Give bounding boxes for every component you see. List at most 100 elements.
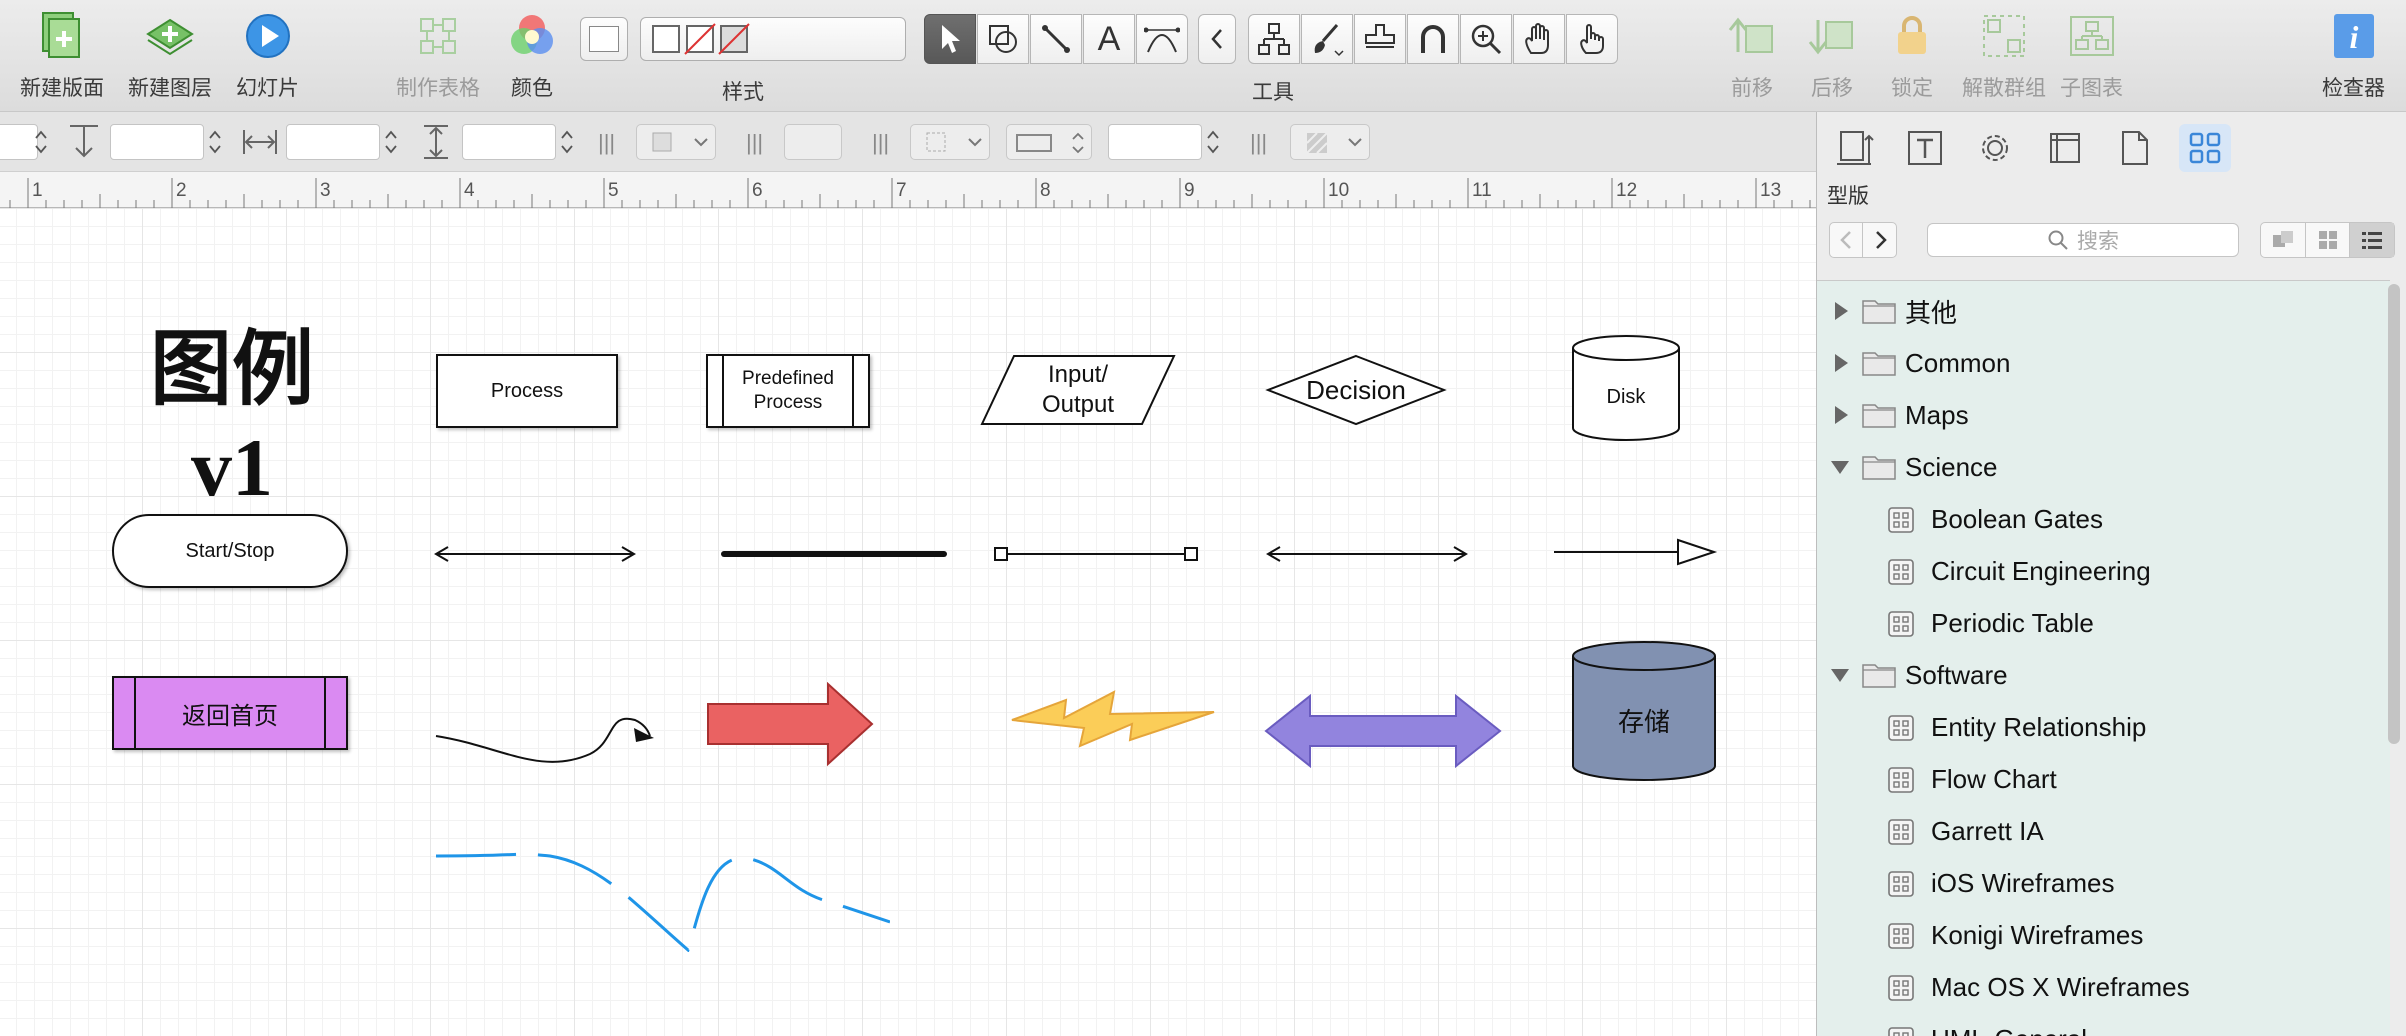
inspector-tab-stencils[interactable] [2179,124,2231,172]
stencil-item[interactable]: Boolean Gates [1817,493,2390,545]
subgraph-button[interactable]: 子图表 [2060,8,2123,102]
storage-shape[interactable]: 存储 [1570,640,1718,784]
magnet-icon [1421,25,1445,53]
new-layer-label: 新建图层 [128,77,212,100]
inspector-tab-arrange[interactable] [1829,124,1881,172]
line-tool[interactable] [1030,14,1082,64]
collapse-tools-button[interactable] [1198,14,1236,64]
disclosure-expanded-icon[interactable] [1831,461,1849,474]
stencil-item[interactable]: UML-General [1817,1013,2390,1036]
slideshow-button[interactable]: 幻灯片 [236,8,299,102]
diagram-tool[interactable] [1248,14,1300,64]
stencil-list-scrollbar[interactable] [2388,284,2400,744]
stroke-stepper-icon[interactable] [1204,124,1222,160]
pen-tool[interactable] [1136,14,1188,64]
square-endpoint-line[interactable] [990,540,1202,568]
width-stepper-icon[interactable] [382,124,400,160]
double-arrow-line[interactable] [430,542,640,566]
browse-tool[interactable] [1566,14,1618,64]
new-layer-button[interactable]: 新建图层 [128,8,212,102]
stencil-item[interactable]: iOS Wireframes [1817,857,2390,909]
width-field[interactable] [286,124,380,160]
inspector-tab-text[interactable] [1899,124,1951,172]
red-arrow-shape[interactable] [706,682,876,768]
stencil-search[interactable]: 搜索 [1927,223,2239,257]
back-home-shape[interactable]: 返回首页 [112,676,348,750]
stencil-item[interactable]: Periodic Table [1817,597,2390,649]
border-dropdown-icon [926,132,982,152]
stencil-folder[interactable]: Common [1817,337,2390,389]
line-width-dropdown[interactable] [784,124,842,160]
new-canvas-button[interactable]: 新建版面 [20,8,104,102]
colors-button[interactable]: 颜色 [504,8,560,102]
blue-dashed-curve[interactable] [430,832,890,952]
start-stop-shape[interactable]: Start/Stop [112,514,348,588]
send-backward-button[interactable]: 后移 [1804,8,1860,102]
back-home-label: 返回首页 [182,702,278,730]
line-style-dropdown[interactable] [1006,124,1092,160]
fill-pattern-dropdown[interactable] [1290,124,1370,160]
height-stepper-icon[interactable] [558,124,576,160]
zoom-tool[interactable] [1460,14,1512,64]
stencil-item[interactable]: Garrett IA [1817,805,2390,857]
view-mode-list-button[interactable] [2350,223,2395,257]
inspector-tab-canvas[interactable] [2039,124,2091,172]
stencil-item[interactable]: Entity Relationship [1817,701,2390,753]
disclosure-collapsed-icon[interactable] [1835,406,1848,424]
hand-tool[interactable] [1513,14,1565,64]
forward-button[interactable] [1864,223,1897,257]
rubber-stamp-tool[interactable] [1354,14,1406,64]
disk-shape[interactable]: Disk [1570,334,1682,444]
curved-arrow-line[interactable] [430,696,660,766]
magnet-tool[interactable] [1407,14,1459,64]
lightning-shape[interactable] [1010,688,1216,752]
style-brush-tool[interactable] [1301,14,1353,64]
stencil-item[interactable]: Mac OS X Wireframes [1817,961,2390,1013]
inspector-tab-properties[interactable] [1969,124,2021,172]
decision-shape[interactable]: Decision [1264,352,1448,428]
drawing-canvas[interactable]: 图例v1 Process Predefined Process Input/ O… [0,208,1816,1036]
stencil-folder[interactable]: Software [1817,649,2390,701]
x-stepper-icon[interactable] [32,124,50,160]
style-swatches[interactable] [640,17,906,61]
fill-swatch[interactable] [580,17,628,61]
disclosure-collapsed-icon[interactable] [1835,302,1848,320]
predefined-process-shape[interactable]: Predefined Process [706,354,870,428]
blue-double-arrow-shape[interactable] [1264,692,1502,770]
disclosure-collapsed-icon[interactable] [1835,354,1848,372]
make-table-button[interactable]: 制作表格 [396,8,480,102]
text-tool[interactable]: A [1083,14,1135,64]
back-button[interactable] [1830,223,1863,257]
y-stepper-icon[interactable] [206,124,224,160]
y-position-field[interactable] [110,124,204,160]
left-bar [722,356,724,426]
ungroup-button[interactable]: 解散群组 [1962,8,2046,102]
shape-tool[interactable] [977,14,1029,64]
input-output-shape[interactable]: Input/ Output [976,352,1180,428]
inspector-button[interactable]: i 检查器 [2322,8,2385,102]
stencil-item[interactable]: Circuit Engineering [1817,545,2390,597]
process-shape[interactable]: Process [436,354,618,428]
stencil-label: Common [1905,347,2011,378]
bring-forward-button[interactable]: 前移 [1724,8,1780,102]
lock-button[interactable]: 锁定 [1884,8,1940,102]
shadow-dropdown[interactable] [636,124,716,160]
subgraph-icon [2064,8,2120,64]
legend-title[interactable]: 图例v1 [112,324,352,513]
view-mode-icons-button[interactable] [2261,223,2306,257]
stencil-folder[interactable]: 其他 [1817,285,2390,337]
view-mode-grid-button[interactable] [2306,223,2351,257]
stencil-folder[interactable]: Science [1817,441,2390,493]
double-arrow-line-2[interactable] [1262,542,1472,566]
stencil-item[interactable]: Konigi Wireframes [1817,909,2390,961]
selection-tool[interactable] [924,14,976,64]
stencil-folder[interactable]: Maps [1817,389,2390,441]
height-field[interactable] [462,124,556,160]
stroke-field[interactable] [1108,124,1202,160]
inspector-tab-document[interactable] [2109,124,2161,172]
thick-line[interactable] [718,542,950,566]
hollow-arrow-line[interactable] [1550,534,1720,570]
stencil-item[interactable]: Flow Chart [1817,753,2390,805]
disclosure-expanded-icon[interactable] [1831,669,1849,682]
border-dropdown[interactable] [910,124,990,160]
